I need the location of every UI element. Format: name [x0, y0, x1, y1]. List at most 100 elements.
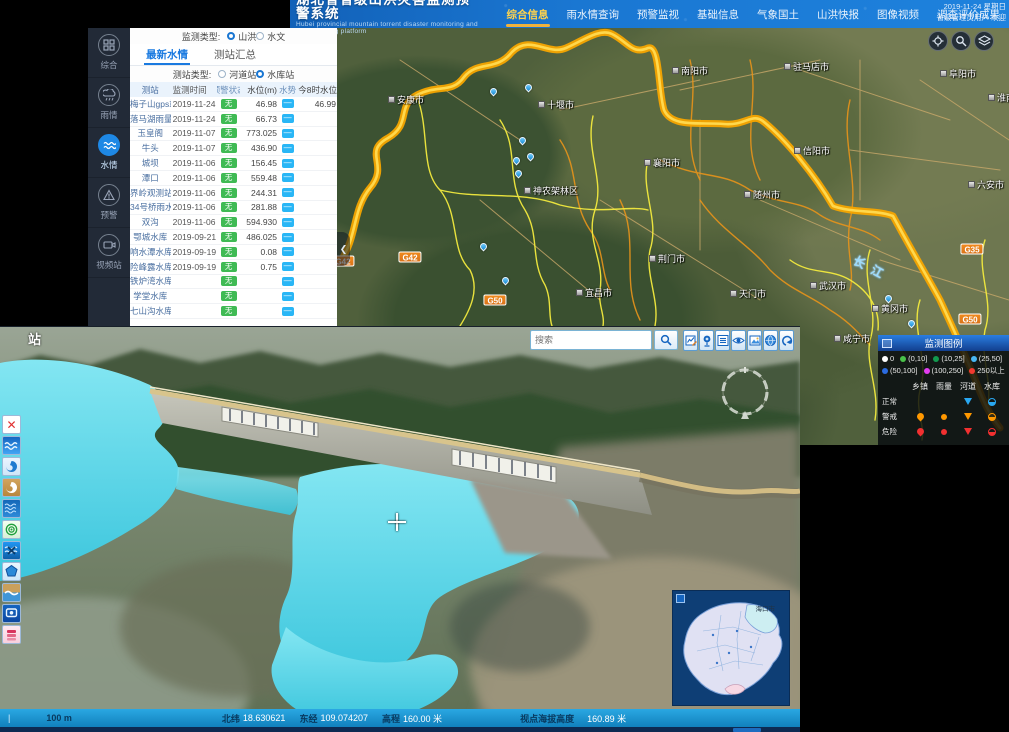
basin-icon[interactable] [2, 562, 21, 581]
nav-item-预警监视[interactable]: 预警监视 [628, 0, 688, 28]
table-row[interactable]: 34号桥雨水…2019-11-06 17无281.88— [130, 201, 337, 216]
cell-station[interactable]: 双沟 [130, 216, 171, 228]
nav-item-综合信息[interactable]: 综合信息 [498, 0, 558, 28]
search-button[interactable] [654, 330, 678, 350]
sidebar-item-视频站[interactable]: 视频站 [88, 228, 130, 278]
cell-station[interactable]: 鄂城水库 [130, 231, 171, 243]
table-row[interactable]: 落马湖雨量…2019-11-24 07无66.73— [130, 112, 337, 127]
trend-flat-icon: — [282, 173, 294, 182]
typhoon-icon[interactable] [2, 478, 21, 497]
alt-value: 160.00 米 [403, 712, 442, 725]
table-row[interactable]: 响水潭水库(…2019-09-19 00无0.08— [130, 245, 337, 260]
table-row[interactable]: 险峰露水库(…2019-09-19 06无0.75— [130, 260, 337, 275]
cell-station[interactable]: 牛头 [130, 142, 171, 154]
station-type-radio-水库站[interactable]: 水库站 [256, 68, 294, 81]
cell-time: 2019-11-06 05 [171, 217, 217, 227]
close-icon[interactable]: ✕ [2, 415, 21, 434]
compass[interactable] [716, 363, 774, 421]
cell-station[interactable]: 34号桥雨水… [130, 201, 171, 213]
nav-item-山洪快报[interactable]: 山洪快报 [808, 0, 868, 28]
layers-alert-icon[interactable] [2, 625, 21, 644]
monitor-icon[interactable] [2, 604, 21, 623]
cell-station[interactable]: 玉皇阁 [130, 127, 171, 139]
table-row[interactable]: 牛头2019-11-07 00无436.90— [130, 141, 337, 156]
search-icon[interactable] [951, 31, 971, 51]
status-badge: 无 [221, 247, 237, 257]
table-row[interactable]: 梅子山gps站…2019-11-24 09无46.98—46.99 [130, 97, 337, 112]
cell-station[interactable]: 响水潭水库(… [130, 246, 171, 258]
monitor-type-radio-山洪[interactable]: 山洪 [227, 30, 256, 43]
nav-item-图像视频[interactable]: 图像视频 [868, 0, 928, 28]
globe-icon[interactable] [763, 330, 778, 351]
legend-scale-item: 250以上 [969, 365, 1005, 376]
chart-edit-icon[interactable] [683, 330, 698, 351]
station-type-radio-河道站[interactable]: 河道站 [218, 68, 256, 81]
whirlpool-icon[interactable] [2, 457, 21, 476]
cell-station[interactable]: 梅子山gps站… [130, 98, 171, 110]
layers-icon[interactable] [974, 31, 994, 51]
image-icon[interactable] [747, 330, 762, 351]
table-row[interactable]: 鄂城水库2019-09-21 05无486.025— [130, 230, 337, 245]
trend-flat-icon: — [282, 218, 294, 227]
table-row[interactable]: 铁炉湾水库无— [130, 275, 337, 290]
column-header: 今8时水位(m) [298, 84, 337, 96]
city-label-黄冈市: 黄冈市 [872, 302, 908, 315]
city-icon [794, 147, 801, 154]
spiral-target-icon[interactable] [2, 520, 21, 539]
locate-icon[interactable] [928, 31, 948, 51]
table-row[interactable]: 学堂水库无— [130, 289, 337, 304]
cell-station[interactable]: 界岭观测站… [130, 187, 171, 199]
river-triangle-icon [964, 413, 972, 420]
list-icon[interactable] [715, 330, 730, 351]
nav-item-雨水情查询[interactable]: 雨水情查询 [558, 0, 629, 28]
cell-station[interactable]: 城坝 [130, 157, 171, 169]
sidebar-item-综合[interactable]: 综合 [88, 28, 130, 78]
cell-station[interactable]: 七山沟水库 [130, 305, 171, 317]
nav-item-气象国土[interactable]: 气象国土 [748, 0, 808, 28]
nav-item-基础信息[interactable]: 基础信息 [688, 0, 748, 28]
eye-icon[interactable] [731, 330, 746, 351]
trend-flat-icon: — [282, 277, 294, 286]
wave-icon[interactable] [2, 436, 21, 455]
cell-station[interactable]: 险峰露水库(… [130, 261, 171, 273]
table-row[interactable]: 潭口2019-11-06 21无559.48— [130, 171, 337, 186]
search-input[interactable] [530, 330, 652, 350]
city-icon [644, 159, 651, 166]
sediment-icon[interactable] [2, 583, 21, 602]
sidebar-item-水情[interactable]: 水情 [88, 128, 130, 178]
table-row[interactable]: 界岭观测站…2019-11-06 20无244.31— [130, 186, 337, 201]
viewer-3d[interactable]: 站 ✕ [0, 326, 800, 732]
monitor-type-radio-水文[interactable]: 水文 [256, 30, 285, 43]
undo-icon[interactable] [779, 330, 794, 351]
app-header: 湖北省省级山洪灾害监测预警系统 Hubei provincial mountai… [290, 0, 1009, 28]
table-row[interactable]: 玉皇阁2019-11-07 08无773.025— [130, 127, 337, 142]
view-height-label: 视点海拔高度 [520, 712, 574, 725]
ripple-grid-icon[interactable] [2, 499, 21, 518]
station-type-filter: 测站类型: 河道站水库站 [130, 66, 337, 82]
legend-scale-item: (100,250] [924, 366, 964, 375]
status-badge: 无 [221, 173, 237, 183]
panel-collapse-button[interactable]: ❮ [337, 232, 350, 266]
table-row[interactable]: 七山沟水库无— [130, 304, 337, 319]
cell-station[interactable]: 潭口 [130, 172, 171, 184]
table-row[interactable]: 城坝2019-11-06 22无156.45— [130, 156, 337, 171]
sidebar-item-雨情[interactable]: 雨情 [88, 78, 130, 128]
sidebar-item-预警[interactable]: 预警 [88, 178, 130, 228]
cell-station[interactable]: 落马湖雨量… [130, 113, 171, 125]
tab-最新水情[interactable]: 最新水情 [146, 44, 188, 65]
status-badge: 无 [221, 232, 237, 242]
overview-inset-map[interactable]: 海口市 [672, 590, 790, 706]
wave-cross-icon[interactable] [2, 541, 21, 560]
viewer-bottom-strip [0, 727, 800, 732]
table-row[interactable]: 双沟2019-11-06 05无594.930— [130, 215, 337, 230]
trend-flat-icon: — [282, 159, 294, 168]
user-text[interactable]: 省级管理员用户 欢迎 [936, 13, 1006, 24]
tab-测站汇总[interactable]: 测站汇总 [214, 44, 256, 65]
cell-status: 无 [217, 262, 240, 272]
inset-icon[interactable] [676, 594, 685, 603]
camera-icon[interactable] [699, 330, 714, 351]
cell-station[interactable]: 学堂水库 [130, 290, 171, 302]
cell-trend: — [277, 233, 298, 242]
legend-titlebar[interactable]: 监测图例 [878, 335, 1009, 351]
cell-station[interactable]: 铁炉湾水库 [130, 275, 171, 287]
